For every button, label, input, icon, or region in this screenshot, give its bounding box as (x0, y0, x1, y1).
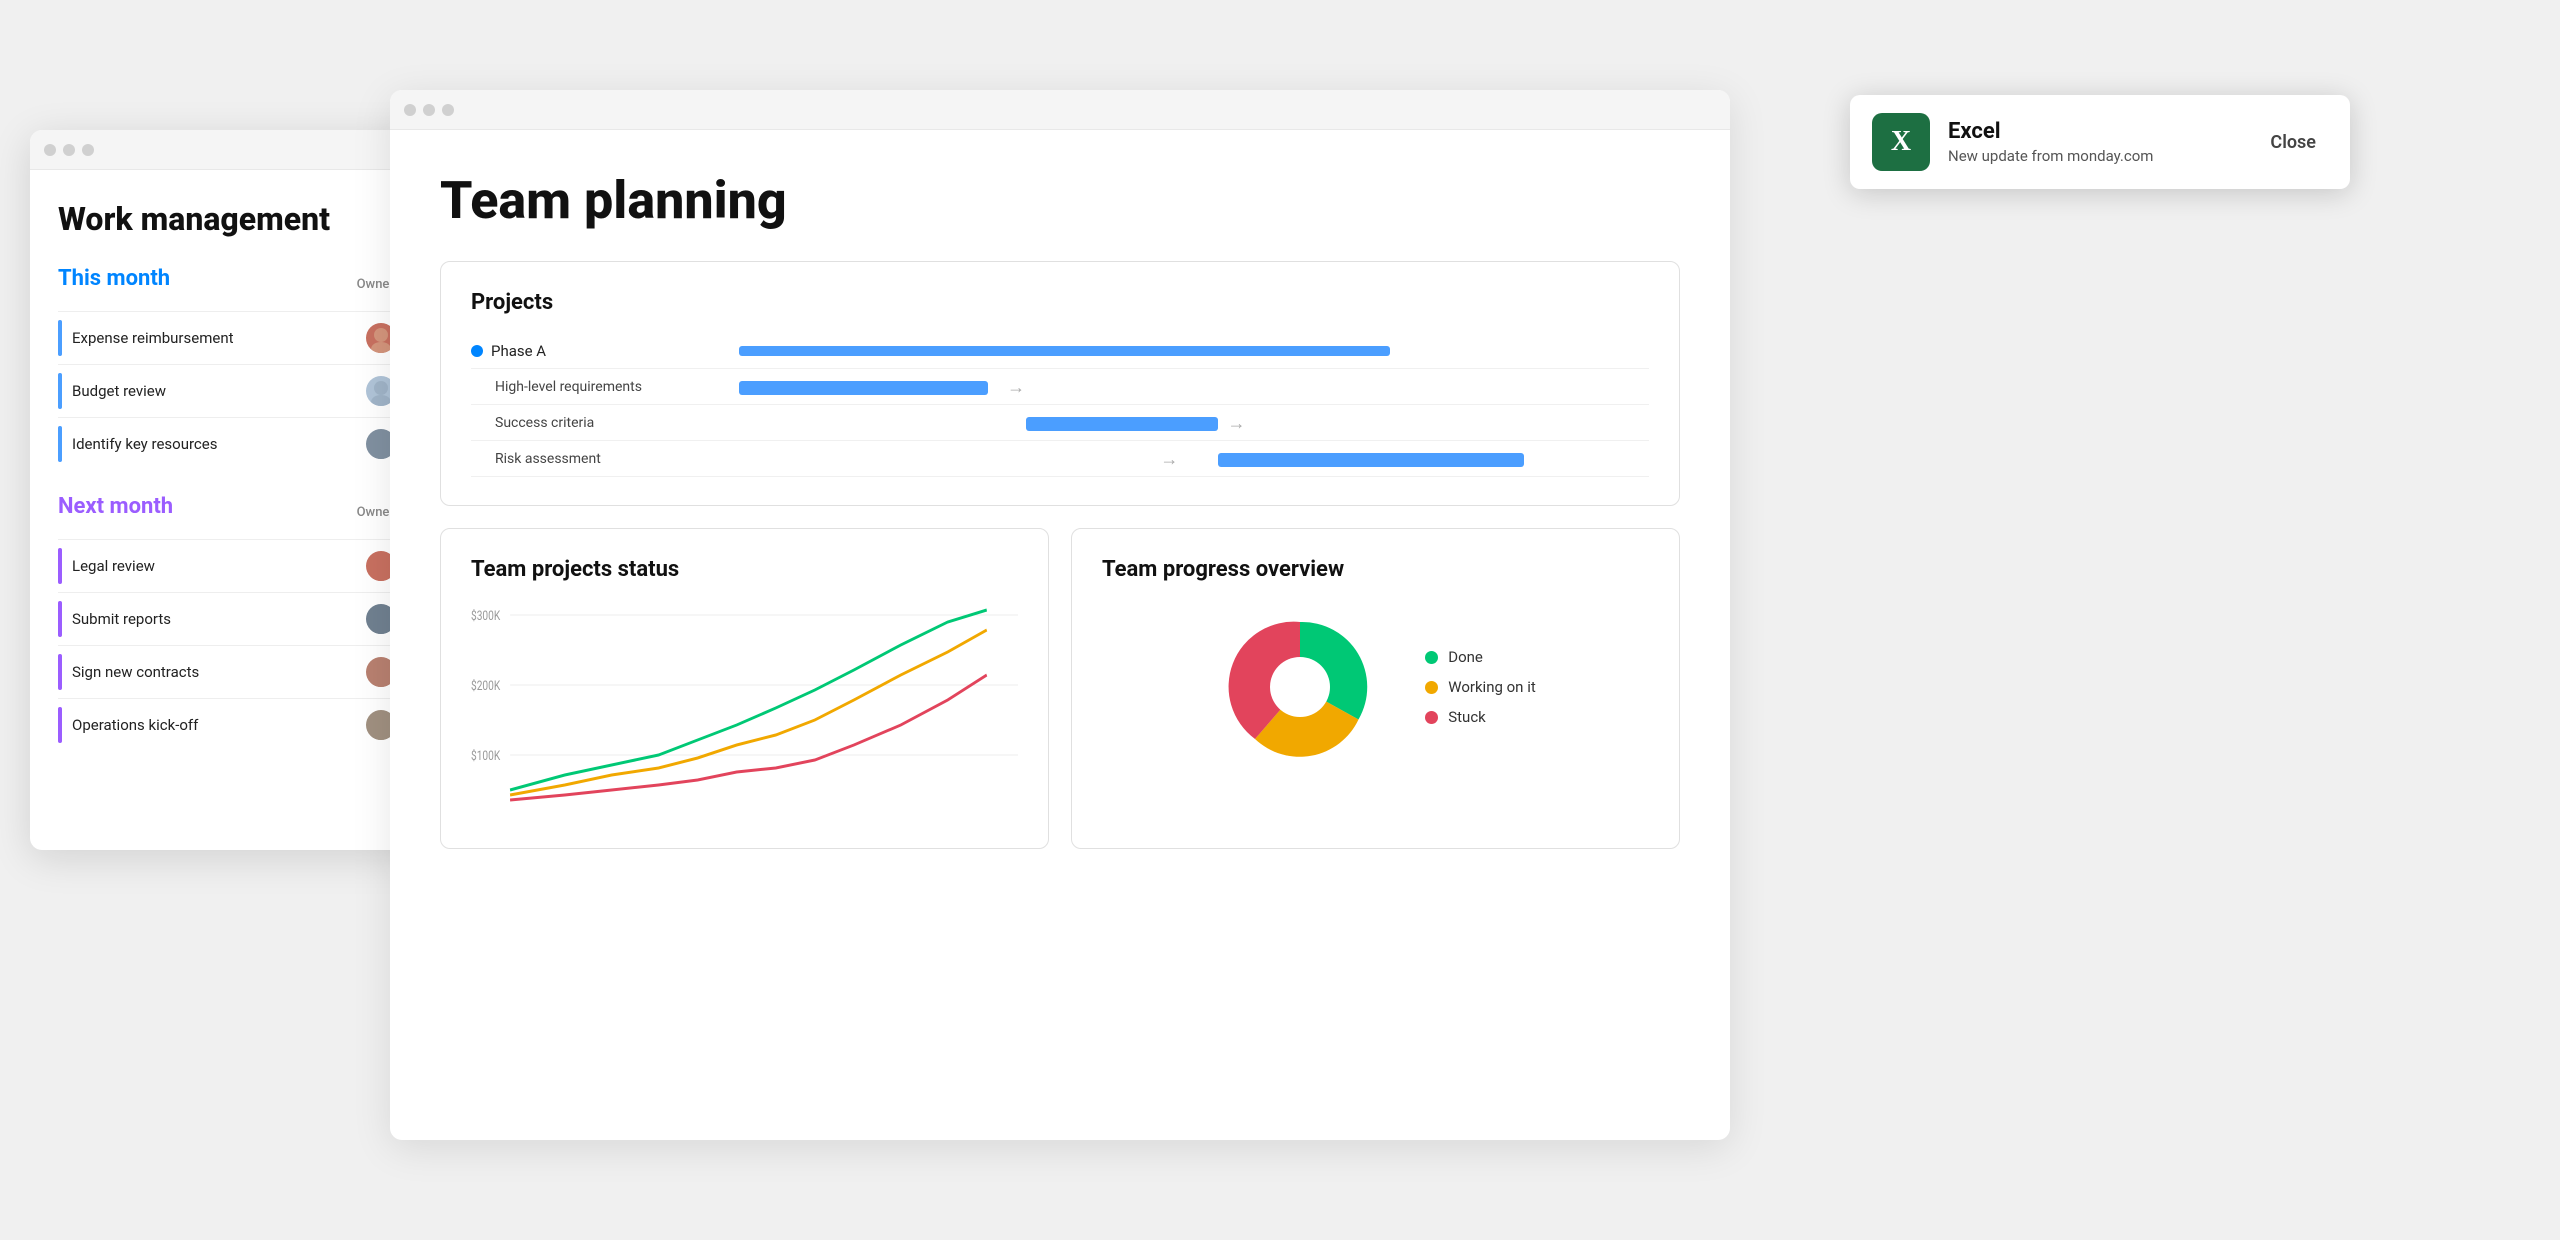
notification-close-button[interactable]: Close (2258, 126, 2328, 159)
next-month-header: Next month Owner (58, 494, 422, 531)
team-progress-card: Team progress overview (1071, 528, 1680, 849)
pie-chart-section: Done Working on it Stuck (1102, 602, 1649, 772)
projects-card-title: Projects (471, 290, 1649, 315)
arrow-icon: → (1227, 417, 1245, 431)
y-label-200k: $200K (471, 678, 501, 694)
gantt-label: Success criteria (471, 415, 691, 431)
next-month-owner-label: Owner (357, 505, 394, 520)
team-planning-window: Team planning Projects Phase A (390, 90, 1730, 1140)
y-label-300k: $300K (471, 608, 501, 624)
legend-label-working: Working on it (1448, 678, 1536, 696)
notification-title: Excel (1948, 119, 2240, 144)
next-month-tasks: Legal review Submit reports Sign new con… (58, 539, 422, 751)
arrow-icon: → (1160, 453, 1178, 467)
legend-dot-working (1425, 681, 1438, 694)
titlebar-dot-2 (423, 104, 435, 116)
gantt-row-hlr: High-level requirements → (471, 369, 1649, 405)
this-month-heading: This month (58, 266, 170, 291)
work-window-title: Work management (58, 200, 422, 238)
titlebar-dot-1 (404, 104, 416, 116)
gantt-label-text: High-level requirements (495, 379, 642, 395)
excel-icon-wrap: X (1872, 113, 1930, 171)
phase-label-text: Phase A (491, 342, 546, 360)
this-month-header: This month Owner (58, 266, 422, 303)
task-bar (58, 601, 62, 637)
titlebar-dot-3 (442, 104, 454, 116)
task-bar (58, 426, 62, 462)
team-status-title: Team projects status (471, 557, 1018, 582)
gantt-label-text: Success criteria (495, 415, 594, 431)
gantt-row-sc: Success criteria → (471, 405, 1649, 441)
task-row: Budget review (58, 364, 422, 417)
excel-notification: X Excel New update from monday.com Close (1850, 95, 2350, 189)
legend-dot-stuck (1425, 711, 1438, 724)
work-titlebar (30, 130, 450, 170)
gantt-label: High-level requirements (471, 379, 691, 395)
task-row: Submit reports (58, 592, 422, 645)
next-month-heading: Next month (58, 494, 173, 519)
task-name: Budget review (72, 382, 366, 400)
task-name: Sign new contracts (72, 663, 366, 681)
task-name: Operations kick-off (72, 716, 366, 734)
gantt-bar (739, 381, 988, 395)
gantt-track: → (691, 412, 1649, 434)
gantt-track: → (691, 448, 1649, 470)
task-name: Submit reports (72, 610, 366, 628)
legend-item-stuck: Stuck (1425, 708, 1536, 726)
bottom-cards-row: Team projects status $300K $200K $100K (440, 528, 1680, 849)
titlebar-dot-2 (63, 144, 75, 156)
team-progress-title: Team progress overview (1102, 557, 1649, 582)
task-row: Legal review (58, 539, 422, 592)
task-name: Expense reimbursement (72, 329, 366, 347)
gantt-label: Phase A (471, 342, 691, 360)
gantt-label-text: Risk assessment (495, 451, 601, 467)
this-month-tasks: Expense reimbursement Budget review Iden… (58, 311, 422, 470)
task-bar (58, 373, 62, 409)
legend-label-done: Done (1448, 648, 1483, 666)
legend-label-stuck: Stuck (1448, 708, 1486, 726)
excel-icon: X (1891, 126, 1911, 158)
task-row: Sign new contracts (58, 645, 422, 698)
pie-legend: Done Working on it Stuck (1425, 648, 1536, 726)
task-bar (58, 654, 62, 690)
line-chart: $300K $200K $100K (471, 600, 1018, 820)
pie-chart (1215, 602, 1385, 772)
task-bar (58, 548, 62, 584)
gantt-label: Risk assessment (471, 451, 691, 467)
arrow-icon: → (1007, 381, 1025, 395)
phase-dot (471, 345, 483, 357)
y-label-100k: $100K (471, 748, 501, 764)
work-management-window: Work management This month Owner Expense… (30, 130, 450, 850)
gantt-chart: Phase A High-level requirements → (471, 333, 1649, 477)
task-row: Identify key resources (58, 417, 422, 470)
gantt-track (691, 340, 1649, 362)
gantt-bar (739, 346, 1390, 356)
notification-message: New update from monday.com (1948, 147, 2240, 165)
task-name: Identify key resources (72, 435, 366, 453)
line-done (510, 610, 987, 790)
team-titlebar (390, 90, 1730, 130)
titlebar-dot-1 (44, 144, 56, 156)
gantt-bar (1218, 453, 1525, 467)
legend-item-working: Working on it (1425, 678, 1536, 696)
task-row: Operations kick-off (58, 698, 422, 751)
legend-item-done: Done (1425, 648, 1536, 666)
task-bar (58, 320, 62, 356)
task-name: Legal review (72, 557, 366, 575)
task-row: Expense reimbursement (58, 311, 422, 364)
task-bar (58, 707, 62, 743)
legend-dot-done (1425, 651, 1438, 664)
gantt-track: → (691, 376, 1649, 398)
gantt-bar (1026, 417, 1218, 431)
this-month-owner-label: Owner (357, 277, 394, 292)
gantt-row-phase-a: Phase A (471, 333, 1649, 369)
gantt-row-ra: Risk assessment → (471, 441, 1649, 477)
team-status-card: Team projects status $300K $200K $100K (440, 528, 1049, 849)
titlebar-dot-3 (82, 144, 94, 156)
notification-text: Excel New update from monday.com (1948, 119, 2240, 165)
projects-card: Projects Phase A High-level requirements (440, 261, 1680, 506)
team-window-title: Team planning (440, 170, 1680, 231)
